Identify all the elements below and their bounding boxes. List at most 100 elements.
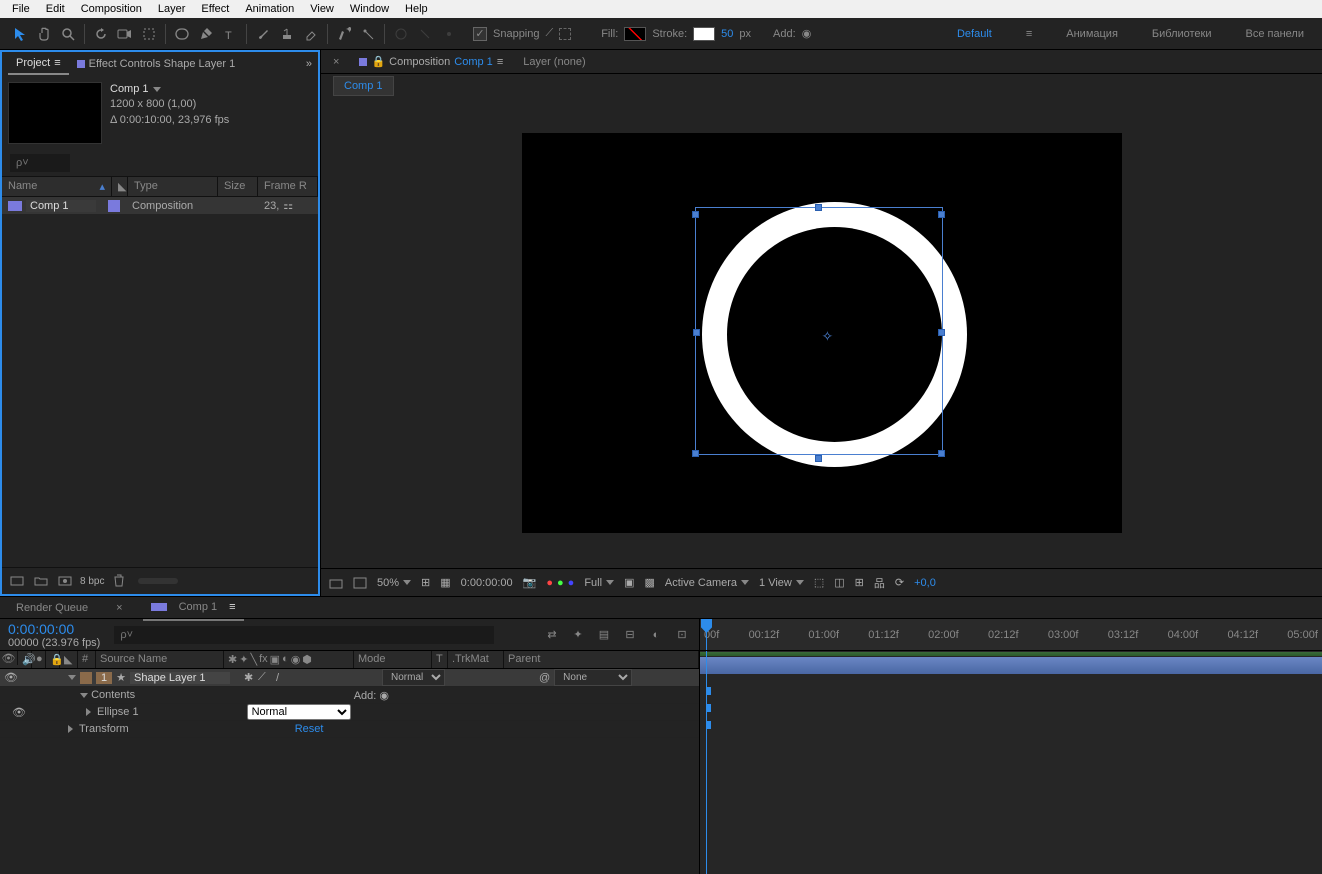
rotobrush-tool[interactable]: ✦ xyxy=(332,22,356,46)
res-toggle-icon[interactable] xyxy=(353,577,367,589)
menu-layer[interactable]: Layer xyxy=(150,2,194,16)
fill-swatch[interactable] xyxy=(624,27,646,41)
menu-composition[interactable]: Composition xyxy=(73,2,150,16)
selection-handle[interactable] xyxy=(693,329,700,336)
rotation-tool[interactable] xyxy=(89,22,113,46)
selection-handle[interactable] xyxy=(938,329,945,336)
vf-icon-d[interactable]: 品 xyxy=(874,575,885,591)
reset-transform[interactable]: Reset xyxy=(295,723,324,735)
layer-duration-bar[interactable] xyxy=(700,657,1322,674)
tab-project[interactable]: Project ≡ xyxy=(8,53,69,75)
stroke-swatch[interactable] xyxy=(693,27,715,41)
expand-ellipse-icon[interactable] xyxy=(86,708,91,716)
camera-dropdown[interactable]: Active Camera xyxy=(665,577,749,589)
pan-behind-tool[interactable] xyxy=(137,22,161,46)
parent-dropdown[interactable]: None xyxy=(554,669,632,686)
ellipse-mode-dropdown[interactable]: Normal xyxy=(247,704,351,720)
project-search-input[interactable] xyxy=(10,154,70,172)
col-label-icon[interactable]: ◣ xyxy=(60,651,78,668)
expand-transform-icon[interactable] xyxy=(68,725,73,733)
vf-icon-b[interactable]: ◫ xyxy=(834,576,844,589)
visibility-toggle[interactable]: 👁 xyxy=(12,705,26,719)
new-comp-icon[interactable] xyxy=(56,572,74,590)
playhead-line[interactable] xyxy=(706,651,707,874)
parent-pickwhip-icon[interactable]: @ xyxy=(539,672,550,684)
layer-label-swatch[interactable] xyxy=(80,672,92,684)
tab-effect-controls[interactable]: Effect Controls Shape Layer 1 xyxy=(69,54,244,74)
bone-tool-a[interactable] xyxy=(389,22,413,46)
type-tool[interactable]: T xyxy=(218,22,242,46)
snap-opt-icon[interactable]: ⟋ xyxy=(546,27,554,40)
pen-tool[interactable] xyxy=(194,22,218,46)
visibility-toggle[interactable]: 👁 xyxy=(4,671,18,685)
bone-tool-b[interactable] xyxy=(413,22,437,46)
snap-opt2-icon[interactable] xyxy=(559,28,571,40)
resolution-dropdown[interactable]: Full xyxy=(584,577,614,589)
workspace-menu-icon[interactable]: ≡ xyxy=(1016,24,1042,44)
time-display[interactable]: 0:00:00:00 xyxy=(461,577,513,589)
col-eye-icon[interactable]: 👁 xyxy=(0,651,18,665)
layer-shape-layer-1[interactable]: 👁 1 ★ Shape Layer 1 ✱ ⟋ / Normal @ None xyxy=(0,669,699,687)
breadcrumb-comp1[interactable]: Comp 1 xyxy=(333,76,394,96)
menu-file[interactable]: File xyxy=(4,2,38,16)
menu-edit[interactable]: Edit xyxy=(38,2,73,16)
current-time[interactable]: 0:00:00:00 xyxy=(8,621,100,637)
interp-icon[interactable] xyxy=(8,572,26,590)
selection-handle[interactable] xyxy=(938,450,945,457)
panel-overflow-icon[interactable]: » xyxy=(306,58,312,70)
blend-mode-dropdown[interactable]: Normal xyxy=(382,669,445,686)
label-col-icon[interactable]: ◣ xyxy=(112,177,128,196)
safe-zones-icon[interactable]: ⊞ xyxy=(421,576,430,589)
col-solo-icon[interactable]: ● xyxy=(32,651,46,668)
selection-handle[interactable] xyxy=(815,455,822,462)
snapshot-icon[interactable]: 📷 xyxy=(523,576,537,589)
chevron-down-icon[interactable] xyxy=(153,87,161,92)
channel-icon[interactable]: ●●● xyxy=(546,577,574,589)
clone-tool[interactable] xyxy=(275,22,299,46)
exposure-value[interactable]: +0,0 xyxy=(914,577,936,589)
tab-timeline-comp1[interactable]: Comp 1 ≡ xyxy=(143,595,244,621)
workspace-libraries[interactable]: Библиотеки xyxy=(1142,24,1222,44)
composition-canvas[interactable]: ✧ xyxy=(522,133,1122,533)
timeline-search-input[interactable] xyxy=(114,626,494,644)
tl-btn-c[interactable]: ▤ xyxy=(595,626,613,644)
tl-btn-f[interactable]: ⊡ xyxy=(673,626,691,644)
workspace-all-panels[interactable]: Все панели xyxy=(1236,24,1314,44)
view-count-dropdown[interactable]: 1 View xyxy=(759,577,804,589)
tab-layer-viewer[interactable]: Layer (none) xyxy=(517,52,591,72)
bpc-label[interactable]: 8 bpc xyxy=(80,576,104,587)
selection-handle[interactable] xyxy=(815,204,822,211)
tl-btn-b[interactable]: ✦ xyxy=(569,626,587,644)
comp-thumbnail[interactable] xyxy=(8,82,102,144)
layer-expand-icon[interactable] xyxy=(68,675,76,680)
menu-effect[interactable]: Effect xyxy=(193,2,237,16)
anchor-point-icon[interactable]: ✧ xyxy=(822,328,834,345)
vf-icon-c[interactable]: ⊞ xyxy=(855,576,864,589)
folder-icon[interactable] xyxy=(32,572,50,590)
trash-icon[interactable] xyxy=(110,572,128,590)
vf-icon-a[interactable]: ⬚ xyxy=(814,576,824,589)
lock-icon[interactable]: 🔒 xyxy=(371,55,385,68)
transparency-icon[interactable]: ▩ xyxy=(644,576,654,589)
flowchart-icon[interactable]: ⚏ xyxy=(283,199,293,212)
exposure-icon[interactable]: ⟳ xyxy=(895,576,904,589)
viewer-close-icon[interactable]: × xyxy=(327,52,345,72)
menu-view[interactable]: View xyxy=(302,2,342,16)
timeline-tracks[interactable]: 00f00:12f01:00f 01:12f02:00f02:12f 03:00… xyxy=(700,619,1322,874)
workspace-animation[interactable]: Анимация xyxy=(1056,24,1128,44)
camera-tool[interactable] xyxy=(113,22,137,46)
playhead[interactable] xyxy=(706,619,707,650)
grid-icon[interactable]: ▦ xyxy=(440,576,450,589)
selection-handle[interactable] xyxy=(692,211,699,218)
col-lock-icon[interactable]: 🔒 xyxy=(46,651,60,668)
work-area-bar[interactable] xyxy=(700,652,1322,656)
stroke-width-value[interactable]: 50 xyxy=(721,28,733,40)
zoom-tool[interactable] xyxy=(56,22,80,46)
tl-btn-d[interactable]: ⊟ xyxy=(621,626,639,644)
tl-btn-e[interactable]: ◐ xyxy=(647,626,665,644)
expand-contents-icon[interactable] xyxy=(80,693,88,698)
eraser-tool[interactable] xyxy=(299,22,323,46)
selection-handle[interactable] xyxy=(938,211,945,218)
selection-handle[interactable] xyxy=(692,450,699,457)
add-shape-icon[interactable]: ◉ xyxy=(379,690,389,702)
